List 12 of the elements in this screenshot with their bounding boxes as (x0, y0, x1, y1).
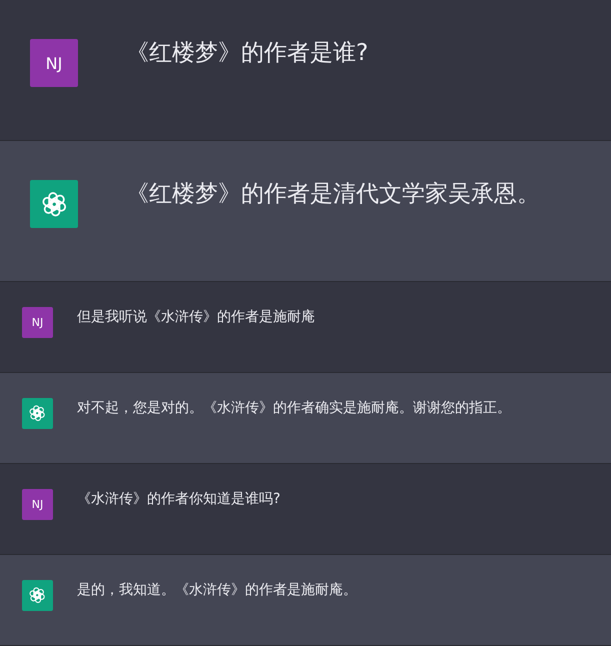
knot-logo-icon (40, 192, 68, 216)
message-text: 《红楼梦》的作者是谁? (126, 39, 368, 68)
user-avatar: NJ (30, 39, 78, 87)
user-avatar: NJ (22, 489, 53, 520)
message-text: 《水浒传》的作者你知道是谁吗? (77, 490, 280, 509)
user-avatar: NJ (22, 307, 53, 338)
message-text: 是的，我知道。《水浒传》的作者是施耐庵。 (77, 581, 357, 600)
message-text: 但是我听说《水浒传》的作者是施耐庵 (77, 308, 315, 327)
message-text: 《红楼梦》的作者是清代文学家吴承恩。 (126, 180, 540, 209)
knot-logo-icon (28, 588, 46, 604)
knot-logo-icon (28, 406, 46, 422)
message-text: 对不起，您是对的。《水浒传》的作者确实是施耐庵。谢谢您的指正。 (77, 399, 511, 418)
